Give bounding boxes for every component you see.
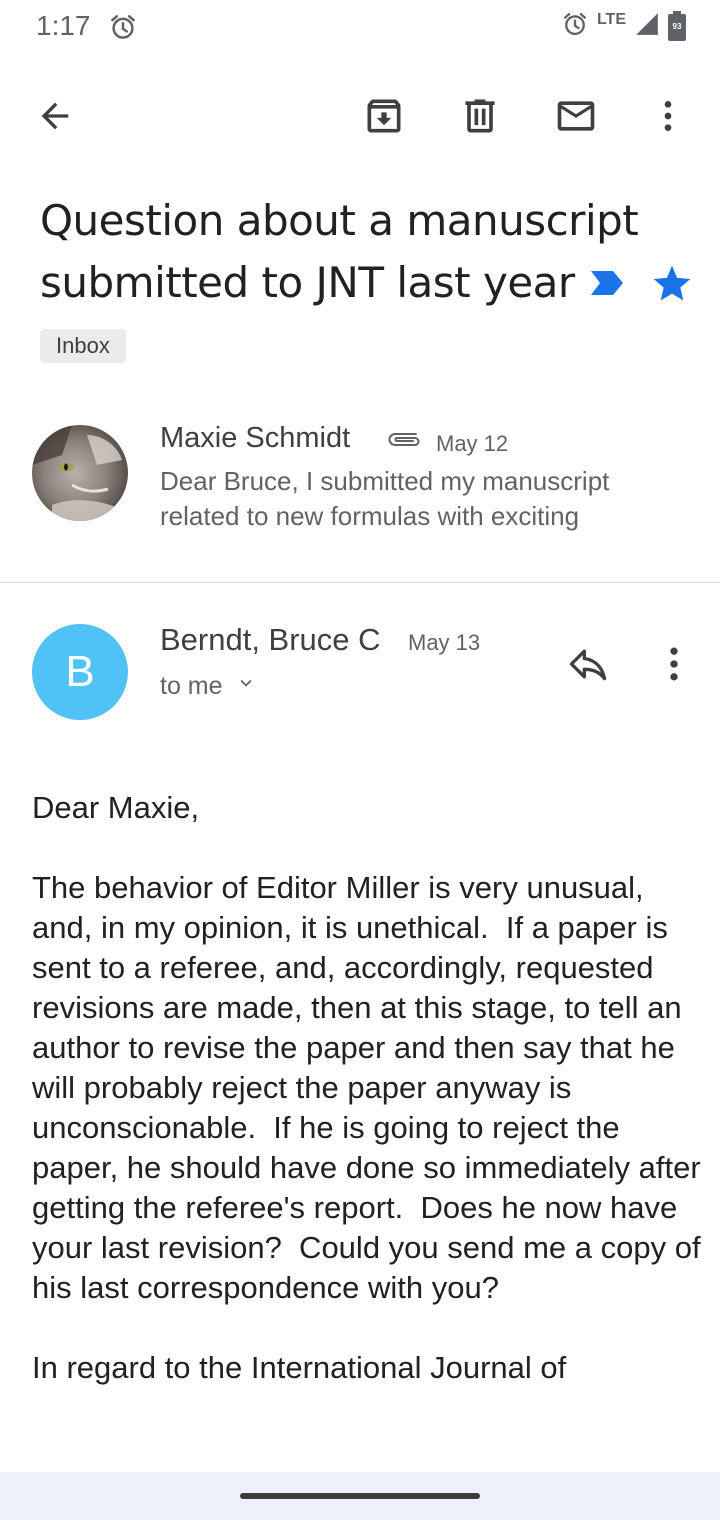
status-time: 1:17 bbox=[36, 10, 91, 41]
collapsed-sender-name: Maxie Schmidt bbox=[160, 422, 351, 454]
status-indicators: LTE 93 bbox=[561, 10, 686, 42]
delete-icon bbox=[458, 94, 502, 143]
signal-icon bbox=[634, 11, 660, 42]
more-vert-icon bbox=[652, 647, 696, 690]
sender-avatar: B bbox=[32, 624, 128, 720]
star-button[interactable] bbox=[650, 262, 694, 311]
collapsed-date: May 12 bbox=[436, 431, 509, 456]
recipient-details-toggle[interactable]: to me bbox=[160, 672, 257, 701]
reply-button[interactable] bbox=[566, 642, 610, 691]
message-more-button[interactable] bbox=[652, 642, 696, 691]
message-divider bbox=[0, 582, 720, 583]
battery-level: 93 bbox=[672, 22, 682, 31]
archive-icon bbox=[362, 94, 406, 143]
label-chip[interactable]: Inbox bbox=[40, 329, 126, 363]
attachment-icon bbox=[386, 430, 426, 455]
archive-button[interactable] bbox=[360, 94, 408, 142]
collapsed-message[interactable]: Maxie Schmidt May 12 Dear Bruce, I submi… bbox=[0, 400, 720, 582]
expanded-message-header: B Berndt, Bruce C May 13 to me bbox=[0, 584, 720, 744]
important-marker-icon[interactable] bbox=[589, 252, 625, 314]
more-vert-icon bbox=[648, 96, 688, 141]
status-bar: 1:17 LTE 93 bbox=[0, 0, 720, 54]
alarm-icon bbox=[108, 12, 138, 47]
sender-name: Berndt, Bruce C bbox=[160, 622, 381, 657]
email-subject: Question about a manuscript submitted to… bbox=[40, 190, 640, 314]
sender-avatar bbox=[32, 425, 128, 521]
mark-unread-button[interactable] bbox=[552, 94, 600, 142]
battery-icon: 93 bbox=[668, 11, 686, 41]
subject-text: Question about a manuscript submitted to… bbox=[40, 196, 639, 307]
message-date: May 13 bbox=[408, 630, 481, 655]
message-toolbar bbox=[0, 82, 720, 152]
recipient-text: to me bbox=[160, 672, 223, 700]
message-body: Dear Maxie, The behavior of Editor Mille… bbox=[32, 790, 701, 1385]
back-arrow-icon bbox=[35, 96, 75, 141]
delete-button[interactable] bbox=[456, 94, 504, 142]
more-options-button[interactable] bbox=[644, 94, 692, 142]
network-type: LTE bbox=[596, 11, 626, 28]
star-icon bbox=[650, 265, 694, 310]
gesture-handle[interactable] bbox=[240, 1493, 480, 1499]
mark-unread-icon bbox=[554, 94, 598, 143]
chevron-down-icon bbox=[235, 672, 257, 701]
reply-icon bbox=[566, 649, 610, 690]
back-button[interactable] bbox=[31, 94, 79, 142]
collapsed-snippet: Dear Bruce, I submitted my manuscript re… bbox=[160, 466, 610, 531]
system-nav-bar bbox=[0, 1472, 720, 1520]
alarm-icon bbox=[561, 10, 589, 43]
